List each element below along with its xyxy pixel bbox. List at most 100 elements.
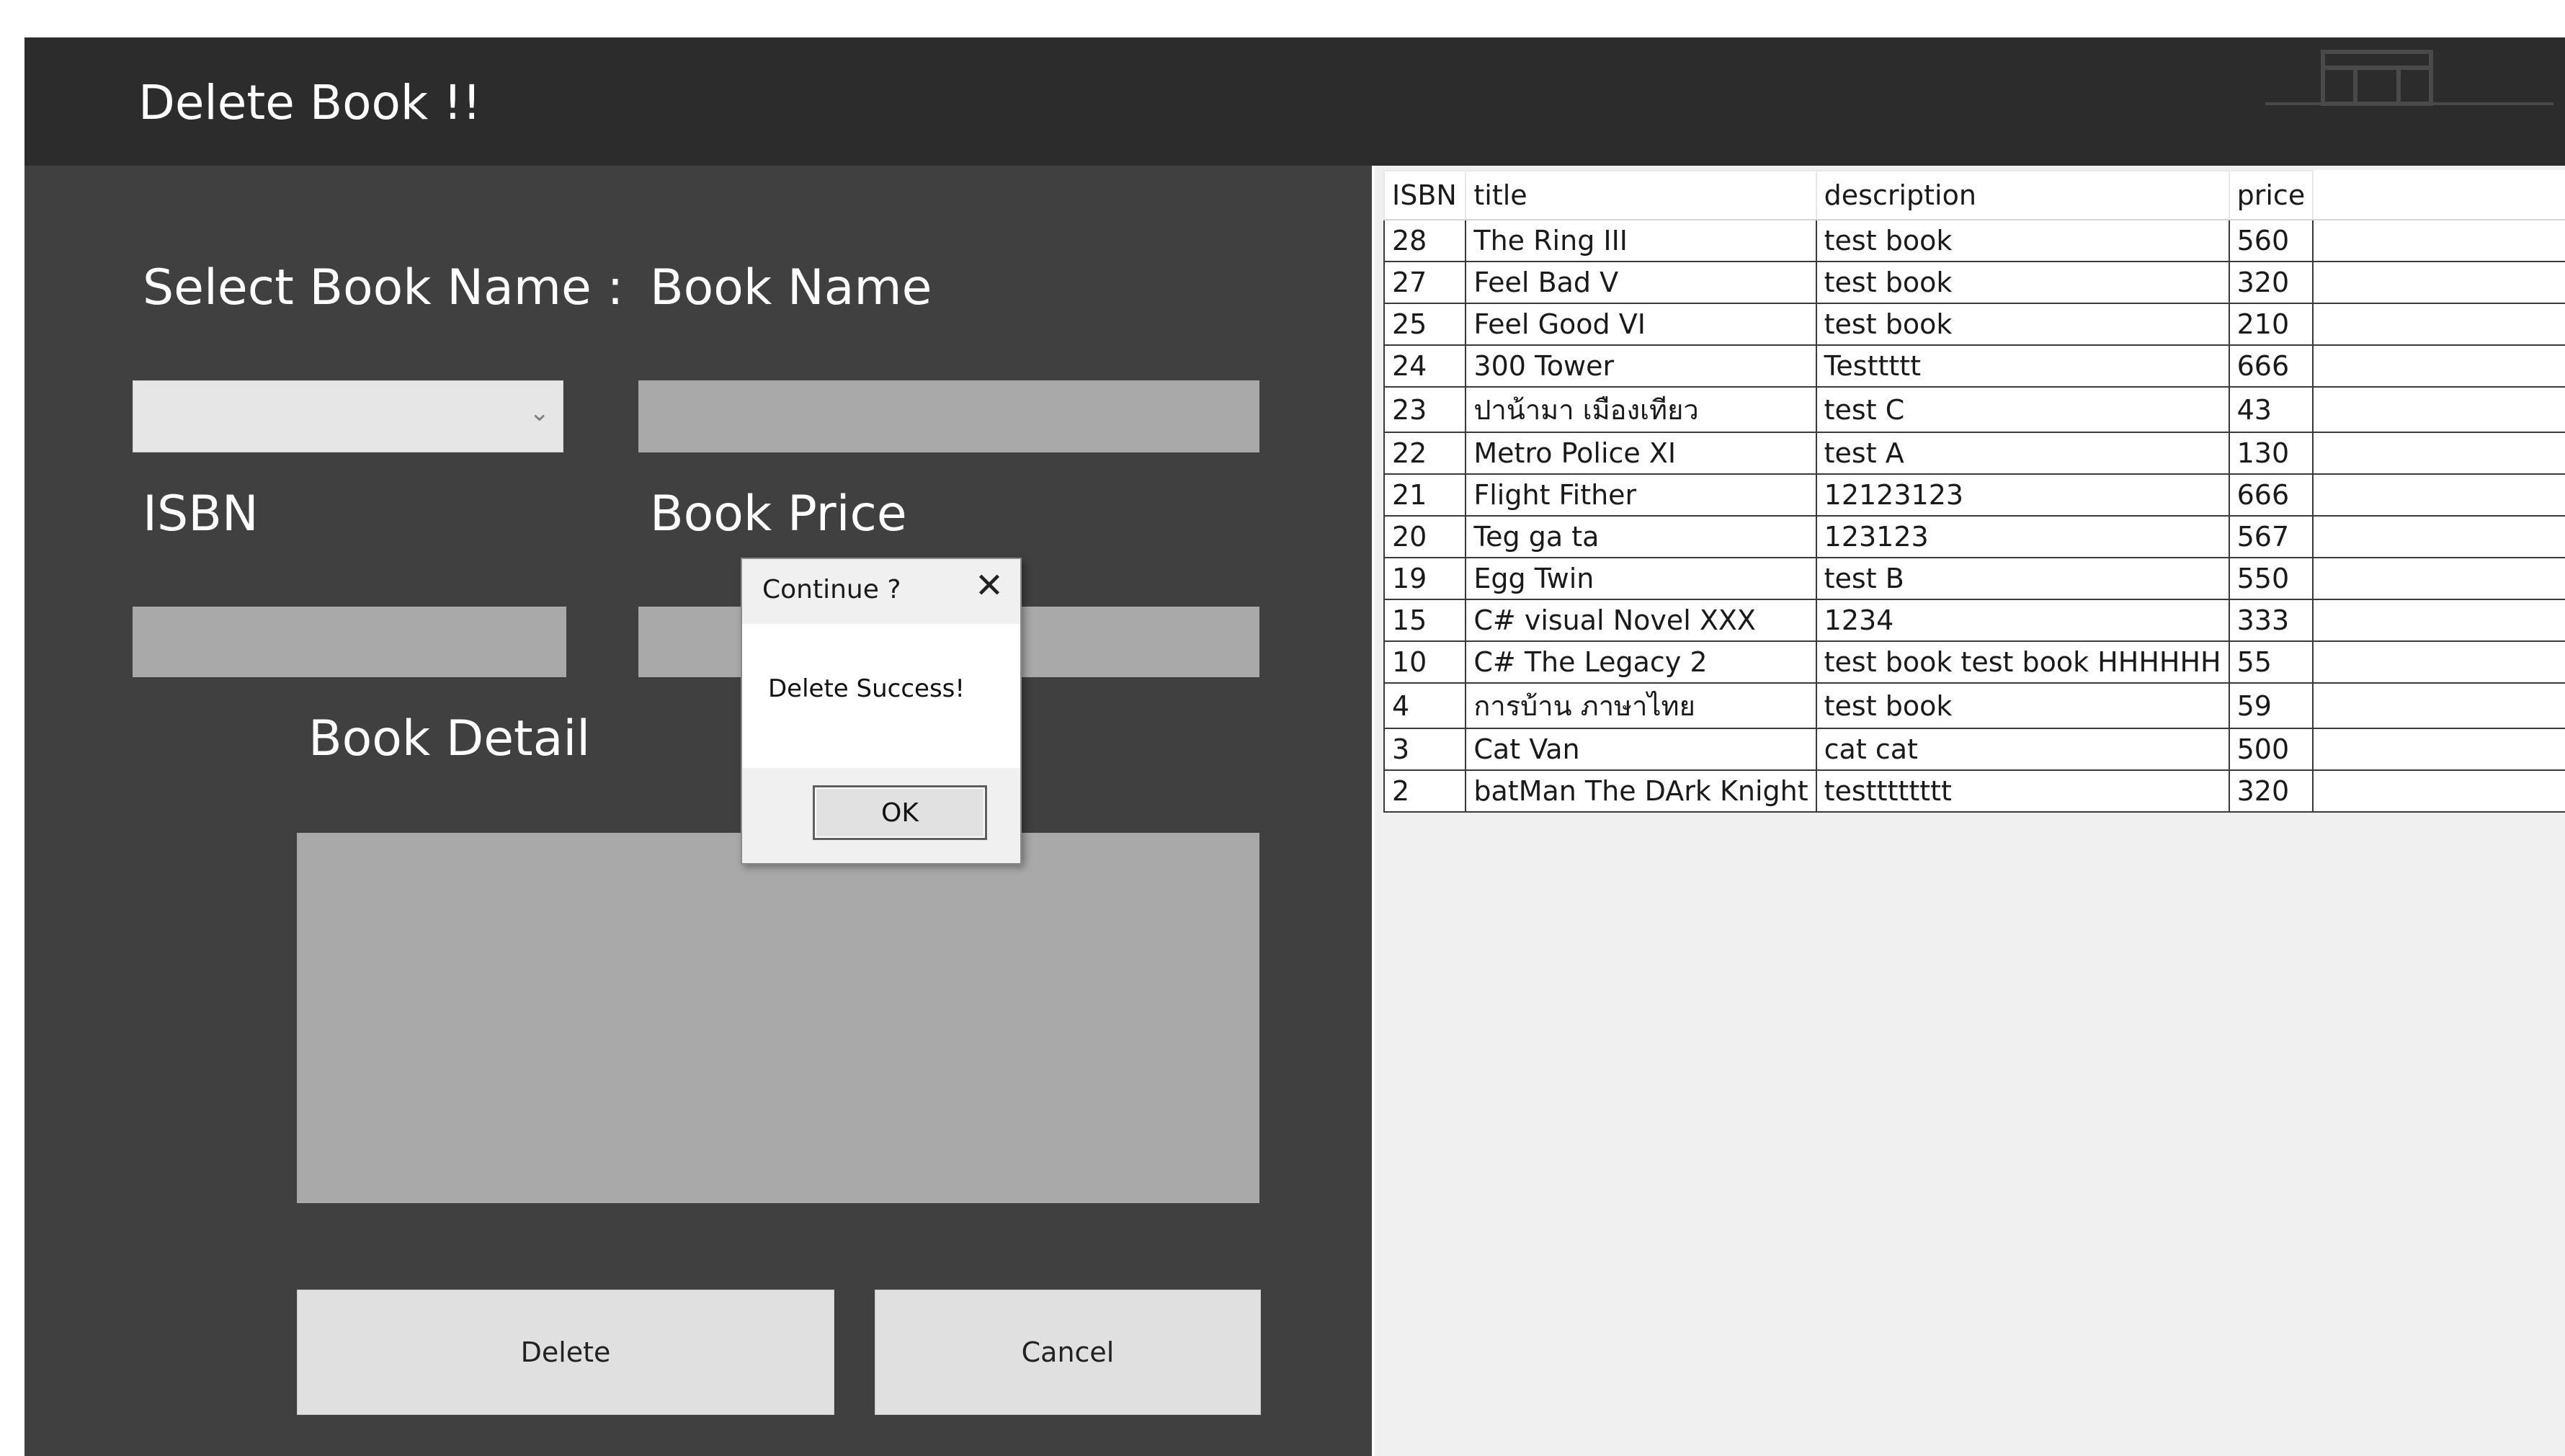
cell-description[interactable]: test A [1815,432,2230,475]
table-row[interactable]: 25 Feel Good VI test book 210 [1383,303,2565,346]
cell-price[interactable]: 500 [2228,728,2314,771]
cell-price[interactable]: 567 [2228,515,2314,558]
cell-price[interactable]: 666 [2228,344,2314,388]
cell-description[interactable]: test book [1815,303,2230,346]
table-row[interactable]: 19 Egg Twin test B 550 [1383,557,2565,600]
delete-button[interactable]: Delete [297,1290,834,1415]
cell-description[interactable]: test book [1815,682,2230,729]
close-icon[interactable]: ✕ [971,568,1007,604]
cell-title[interactable]: Egg Twin [1465,557,1817,600]
cell-description[interactable]: test book [1815,219,2230,262]
cell-description[interactable]: 1234 [1815,599,2230,642]
cell-description[interactable]: 123123 [1815,515,2230,558]
cell-isbn[interactable]: 3 [1383,728,1467,771]
cell-title[interactable]: ปาน้ามา เมืองเทียว [1465,386,1817,433]
column-header-description[interactable]: description [1815,170,2230,220]
cell-isbn[interactable]: 22 [1383,432,1467,475]
cell-description[interactable]: testttttttt [1815,769,2230,813]
column-header-title[interactable]: title [1465,170,1817,220]
cell-price[interactable]: 55 [2228,640,2314,684]
cell-title[interactable]: Feel Good VI [1465,303,1817,346]
table-row[interactable]: 21 Flight Fither 12123123 666 [1383,473,2565,517]
cell-description[interactable]: cat cat [1815,728,2230,771]
cell-title[interactable]: C# visual Novel XXX [1465,599,1817,642]
row-filler [2313,220,2565,262]
cell-title[interactable]: Metro Police XI [1465,432,1817,475]
row-filler [2313,683,2565,729]
book-detail-textarea[interactable] [297,833,1259,1203]
cell-description[interactable]: test C [1815,386,2230,433]
cell-isbn[interactable]: 19 [1383,557,1467,600]
cell-title[interactable]: การบ้าน ภาษาไทย [1465,682,1817,729]
table-row[interactable]: 20 Teg ga ta 123123 567 [1383,515,2565,558]
cell-price[interactable]: 210 [2228,303,2314,346]
cell-title[interactable]: The Ring III [1465,219,1817,262]
table-row[interactable]: 23 ปาน้ามา เมืองเทียว test C 43 [1383,386,2565,433]
cell-price[interactable]: 320 [2228,261,2314,304]
cell-price[interactable]: 59 [2228,682,2314,729]
message-dialog: Continue ? ✕ Delete Success! OK [741,558,1022,865]
cell-title[interactable]: C# The Legacy 2 [1465,640,1817,684]
cell-isbn[interactable]: 24 [1383,344,1467,388]
grid-body: 28 The Ring III test book 560 27 Feel Bad Vte… [1383,219,2565,813]
cell-isbn[interactable]: 2 [1383,769,1467,813]
cell-isbn[interactable]: 25 [1383,303,1467,346]
decorative-building-icon [2265,50,2553,106]
chevron-down-icon[interactable]: ⌄ [530,398,550,427]
row-filler [2313,432,2565,475]
cell-price[interactable]: 320 [2228,769,2314,813]
cell-isbn[interactable]: 15 [1383,599,1467,642]
column-header-price[interactable]: price [2228,170,2314,220]
book-name-field[interactable] [638,380,1259,452]
row-filler [2313,262,2565,304]
table-row[interactable]: 10 C# The Legacy 2 test book test book HHH… [1383,640,2565,684]
cell-title[interactable]: Teg ga ta [1465,515,1817,558]
grid-header-filler [2313,171,2565,220]
cell-isbn[interactable]: 21 [1383,473,1467,517]
table-row[interactable]: 3 Cat Van cat cat 500 [1383,728,2565,771]
cell-title[interactable]: Feel Bad V [1465,261,1817,304]
cell-isbn[interactable]: 20 [1383,515,1467,558]
column-header-isbn[interactable]: ISBN [1383,170,1467,220]
cell-description[interactable]: test B [1815,557,2230,600]
cell-description[interactable]: 12123123 [1815,473,2230,517]
book-form-panel: Select Book Name : Book Name ⌄ ISBN Book… [24,166,1372,1456]
cell-isbn[interactable]: 28 [1383,219,1467,262]
table-row[interactable]: 4 การบ้าน ภาษาไทย test book 59 [1383,682,2565,729]
book-price-label: Book Price [650,486,907,542]
table-row[interactable]: 2 batMan The DArk Knight testttttttt 320 [1383,769,2565,813]
cell-description[interactable]: Testtttt [1815,344,2230,388]
cell-description[interactable]: test book [1815,261,2230,304]
table-row[interactable]: 27 Feel Bad Vtest book 320 [1383,261,2565,304]
isbn-field[interactable] [133,607,566,677]
cell-isbn[interactable]: 10 [1383,640,1467,684]
table-row[interactable]: 24 300 Tower Testtttt 666 [1383,344,2565,388]
select-book-name-combobox[interactable]: ⌄ [133,380,563,452]
window-title: Delete Book !! [138,75,481,130]
select-book-name-label: Select Book Name : [143,259,624,316]
cell-isbn[interactable]: 27 [1383,261,1467,304]
cell-price[interactable]: 333 [2228,599,2314,642]
table-row[interactable]: 22 Metro Police XI test A 130 [1383,432,2565,475]
dialog-body: Delete Success! [742,624,1020,768]
cell-title[interactable]: Cat Van [1465,728,1817,771]
cell-price[interactable]: 550 [2228,557,2314,600]
cell-title[interactable]: 300 Tower [1465,344,1817,388]
books-datagrid[interactable]: ISBN title description price 28 The Ring … [1383,170,2565,813]
cell-isbn[interactable]: 4 [1383,682,1467,729]
cell-title[interactable]: Flight Fither [1465,473,1817,517]
cell-title[interactable]: batMan The DArk Knight [1465,769,1817,813]
row-filler [2313,516,2565,558]
dialog-message: Delete Success! [768,674,965,703]
cell-price[interactable]: 130 [2228,432,2314,475]
cell-price[interactable]: 560 [2228,219,2314,262]
row-filler [2313,770,2565,813]
cancel-button[interactable]: Cancel [875,1290,1261,1415]
cell-description[interactable]: test book test book HHHHHH [1815,640,2230,684]
table-row[interactable]: 15 C# visual Novel XXX 1234 333 [1383,599,2565,642]
table-row[interactable]: 28 The Ring III test book 560 [1383,219,2565,262]
ok-button[interactable]: OK [813,785,987,840]
cell-isbn[interactable]: 23 [1383,386,1467,433]
cell-price[interactable]: 43 [2228,386,2314,433]
cell-price[interactable]: 666 [2228,473,2314,517]
